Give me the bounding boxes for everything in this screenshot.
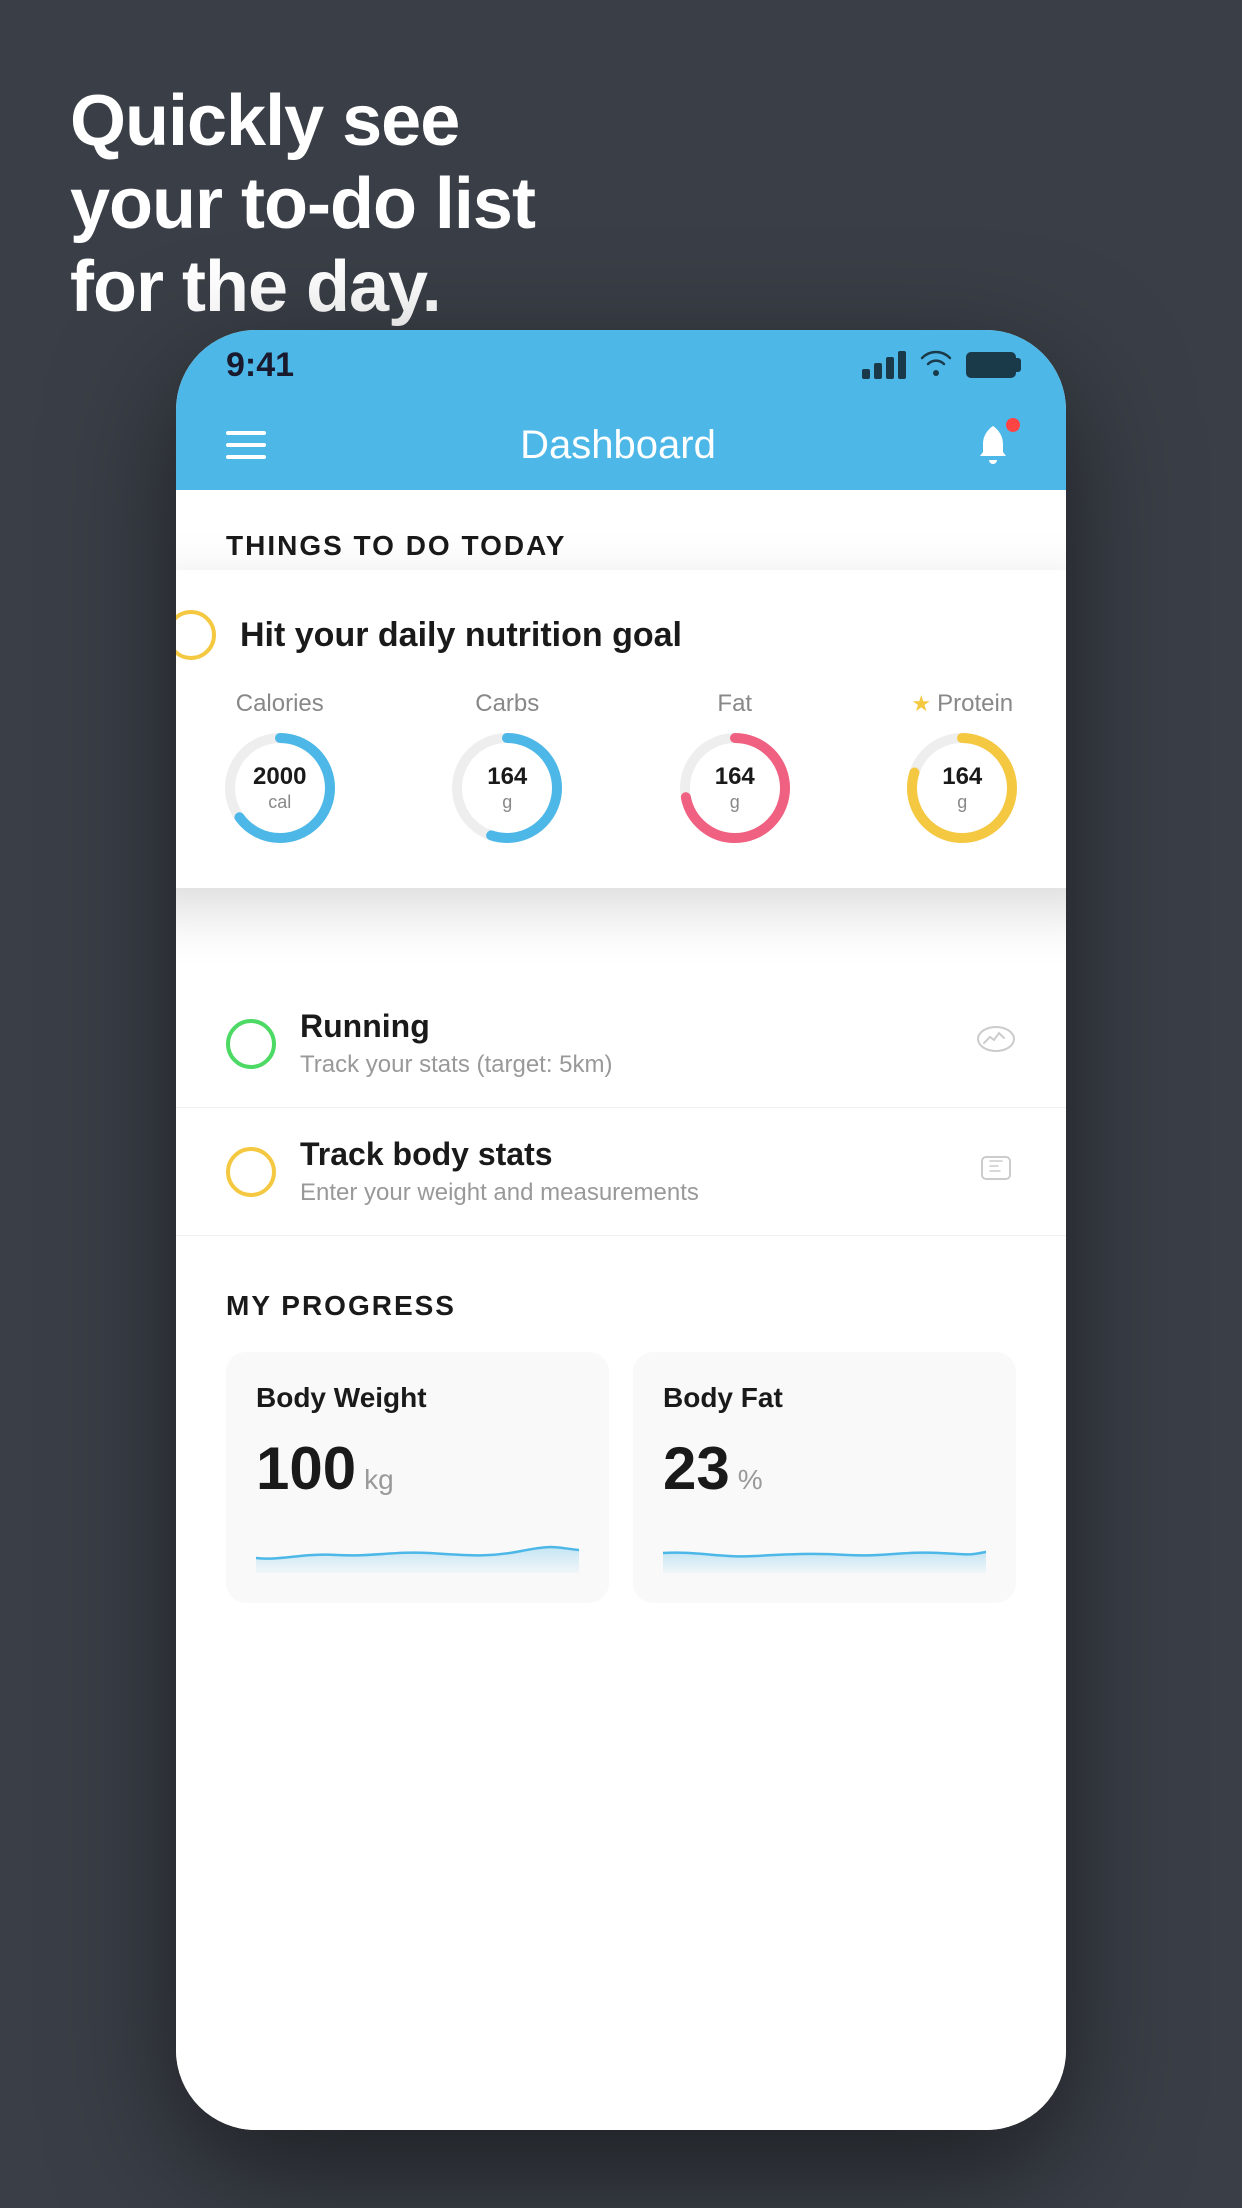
protein-item: ★ Protein 164 g: [902, 690, 1022, 848]
calories-donut: 2000 cal: [220, 728, 340, 848]
body-stats-title: Track body stats: [300, 1136, 952, 1173]
phone-content: THINGS TO DO TODAY Hit your daily nutrit…: [176, 490, 1066, 2130]
calories-item: Calories 2000 cal: [220, 690, 340, 848]
nutrition-card-title: Hit your daily nutrition goal: [240, 616, 682, 655]
progress-cards: Body Weight 100 kg: [226, 1352, 1016, 1603]
body-weight-card: Body Weight 100 kg: [226, 1352, 609, 1603]
nutrition-card: Hit your daily nutrition goal Calories 2…: [176, 570, 1066, 888]
running-checkbox[interactable]: [226, 1019, 276, 1069]
menu-button[interactable]: [226, 431, 266, 459]
body-fat-chart: [663, 1523, 986, 1573]
protein-unit: g: [942, 792, 982, 814]
running-subtitle: Track your stats (target: 5km): [300, 1051, 952, 1079]
calories-unit: cal: [253, 792, 306, 814]
nutrition-checkbox[interactable]: [176, 610, 216, 660]
fat-value: 164: [715, 763, 755, 792]
nutrition-row: Calories 2000 cal Carbs: [176, 690, 1066, 848]
fat-label: Fat: [717, 690, 752, 718]
body-fat-unit: %: [738, 1464, 763, 1496]
fat-item: Fat 164 g: [675, 690, 795, 848]
status-icons: [862, 348, 1016, 383]
running-icon: [976, 1019, 1016, 1068]
body-weight-title: Body Weight: [256, 1382, 579, 1414]
protein-label: Protein: [937, 690, 1013, 718]
carbs-unit: g: [487, 792, 527, 814]
todo-running[interactable]: Running Track your stats (target: 5km): [176, 980, 1066, 1108]
progress-section: MY PROGRESS Body Weight 100 kg: [176, 1250, 1066, 1643]
things-today-header: THINGS TO DO TODAY: [176, 490, 1066, 582]
wifi-icon: [918, 348, 954, 383]
status-bar: 9:41: [176, 330, 1066, 400]
carbs-item: Carbs 164 g: [447, 690, 567, 848]
header-title: Dashboard: [520, 423, 716, 468]
running-text: Running Track your stats (target: 5km): [300, 1008, 952, 1079]
app-header: Dashboard: [176, 400, 1066, 490]
battery-icon: [966, 352, 1016, 378]
scale-icon: [976, 1147, 1016, 1196]
body-stats-subtitle: Enter your weight and measurements: [300, 1179, 952, 1207]
notification-button[interactable]: [970, 422, 1016, 468]
progress-header: MY PROGRESS: [226, 1290, 1016, 1322]
protein-donut: 164 g: [902, 728, 1022, 848]
body-stats-text: Track body stats Enter your weight and m…: [300, 1136, 952, 1207]
fat-unit: g: [715, 792, 755, 814]
notification-dot: [1006, 418, 1020, 432]
body-weight-value: 100: [256, 1434, 356, 1503]
phone-mockup: 9:41 Dashboard: [176, 330, 1066, 2130]
running-title: Running: [300, 1008, 952, 1045]
status-time: 9:41: [226, 346, 294, 385]
carbs-value: 164: [487, 763, 527, 792]
body-fat-title: Body Fat: [663, 1382, 986, 1414]
bottom-shadow: [176, 1930, 1066, 2130]
body-weight-unit: kg: [364, 1464, 394, 1496]
calories-label: Calories: [236, 690, 324, 718]
body-fat-card: Body Fat 23 %: [633, 1352, 1016, 1603]
carbs-donut: 164 g: [447, 728, 567, 848]
signal-icon: [862, 351, 906, 379]
protein-value: 164: [942, 763, 982, 792]
body-weight-chart: [256, 1523, 579, 1573]
fat-donut: 164 g: [675, 728, 795, 848]
body-fat-value: 23: [663, 1434, 730, 1503]
body-stats-checkbox[interactable]: [226, 1147, 276, 1197]
star-icon: ★: [911, 691, 931, 717]
hero-text: Quickly see your to-do list for the day.: [70, 80, 535, 328]
carbs-label: Carbs: [475, 690, 539, 718]
calories-value: 2000: [253, 763, 306, 792]
todo-body-stats[interactable]: Track body stats Enter your weight and m…: [176, 1108, 1066, 1236]
